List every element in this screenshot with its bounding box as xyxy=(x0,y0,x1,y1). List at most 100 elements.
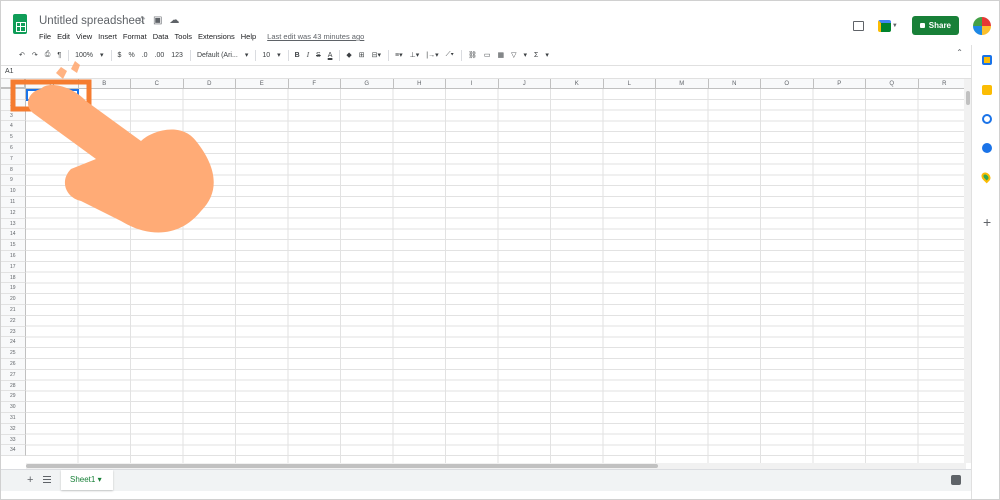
row-header[interactable]: 7 xyxy=(1,153,26,165)
row-header[interactable]: 1 xyxy=(1,89,26,100)
chevron-down-icon[interactable]: ▾ xyxy=(545,51,549,59)
cloud-status-icon[interactable]: ☁ xyxy=(169,15,179,26)
add-sheet-icon[interactable]: + xyxy=(27,474,33,486)
chevron-down-icon[interactable]: ▾ xyxy=(277,51,281,59)
column-header[interactable]: J xyxy=(498,79,551,89)
undo-icon[interactable]: ↶ xyxy=(19,51,25,59)
contacts-icon[interactable] xyxy=(982,143,992,153)
font-select[interactable]: Default (Ari... xyxy=(197,52,238,59)
keep-icon[interactable] xyxy=(982,85,992,95)
row-header[interactable]: 32 xyxy=(1,423,26,435)
column-header[interactable]: D xyxy=(183,79,236,89)
bold-button[interactable]: B xyxy=(295,52,300,59)
menu-format[interactable]: Format xyxy=(123,32,147,41)
chevron-down-icon[interactable]: ▾ xyxy=(100,51,104,59)
comment-history-icon[interactable] xyxy=(852,20,864,31)
row-header[interactable]: 12 xyxy=(1,207,26,219)
column-header[interactable]: L xyxy=(603,79,656,89)
column-header[interactable]: P xyxy=(813,79,866,89)
menu-view[interactable]: View xyxy=(76,32,92,41)
row-header[interactable]: 22 xyxy=(1,315,26,327)
menu-insert[interactable]: Insert xyxy=(98,32,117,41)
collapse-menus-icon[interactable]: ⌃ xyxy=(956,48,963,57)
row-header[interactable]: 16 xyxy=(1,251,26,262)
star-icon[interactable]: ☆ xyxy=(137,15,146,26)
column-header[interactable]: R xyxy=(918,79,967,89)
menu-tools[interactable]: Tools xyxy=(175,32,193,41)
select-all-corner[interactable] xyxy=(1,79,26,89)
row-header[interactable]: 33 xyxy=(1,434,26,446)
row-header[interactable]: 19 xyxy=(1,283,26,295)
text-wrapping-icon[interactable]: |→▾ xyxy=(426,51,438,59)
row-header[interactable]: 4 xyxy=(1,121,26,133)
chevron-down-icon[interactable]: ▾ xyxy=(523,51,527,59)
share-button[interactable]: Share xyxy=(911,16,959,35)
functions-button[interactable]: Σ xyxy=(534,52,538,59)
row-header[interactable]: 9 xyxy=(1,175,26,187)
horizontal-align-icon[interactable]: ≡▾ xyxy=(395,51,403,59)
row-header[interactable]: 11 xyxy=(1,197,26,208)
insert-link-icon[interactable]: ⛓ xyxy=(468,51,477,59)
sheets-logo-icon[interactable] xyxy=(13,14,27,34)
column-header[interactable]: G xyxy=(341,79,394,89)
zoom-select[interactable]: 100% xyxy=(75,52,93,59)
column-header[interactable]: M xyxy=(656,79,709,89)
column-header[interactable]: I xyxy=(446,79,499,89)
row-header[interactable]: 17 xyxy=(1,261,26,273)
row-header[interactable]: 23 xyxy=(1,326,26,338)
document-title[interactable]: Untitled spreadsheet xyxy=(39,15,144,27)
column-header[interactable]: B xyxy=(78,79,131,89)
menu-data[interactable]: Data xyxy=(153,32,169,41)
row-header[interactable]: 15 xyxy=(1,240,26,251)
move-to-folder-icon[interactable]: ▣ xyxy=(153,15,162,26)
avatar[interactable] xyxy=(973,16,991,35)
text-rotation-icon[interactable]: ⟋▾ xyxy=(446,51,454,59)
format-currency-button[interactable]: $ xyxy=(118,52,122,59)
insert-comment-icon[interactable]: ▭ xyxy=(484,51,491,59)
fill-color-icon[interactable]: ◆ xyxy=(346,51,351,59)
row-header[interactable]: 27 xyxy=(1,369,26,381)
row-header[interactable]: 10 xyxy=(1,186,26,197)
column-header[interactable]: C xyxy=(131,79,184,89)
borders-icon[interactable]: ⊞ xyxy=(359,51,365,59)
column-header[interactable]: O xyxy=(761,79,814,89)
row-header[interactable]: 25 xyxy=(1,348,26,359)
row-header[interactable]: 18 xyxy=(1,272,26,284)
row-header[interactable]: 8 xyxy=(1,164,26,176)
row-header[interactable]: 13 xyxy=(1,218,26,230)
calendar-icon[interactable] xyxy=(982,55,992,65)
insert-chart-icon[interactable]: ▦ xyxy=(497,51,504,59)
tasks-icon[interactable] xyxy=(982,114,992,124)
menu-edit[interactable]: Edit xyxy=(57,32,70,41)
row-header[interactable]: 20 xyxy=(1,294,26,305)
column-header[interactable]: N xyxy=(708,79,761,89)
decrease-decimal-button[interactable]: .0 xyxy=(142,52,148,59)
column-header[interactable]: Q xyxy=(866,79,919,89)
row-header[interactable]: 26 xyxy=(1,359,26,370)
menu-extensions[interactable]: Extensions xyxy=(198,32,235,41)
row-header[interactable]: 3 xyxy=(1,110,26,122)
row-header[interactable]: 24 xyxy=(1,337,26,349)
row-header[interactable]: 29 xyxy=(1,391,26,403)
column-header[interactable]: H xyxy=(393,79,446,89)
column-header[interactable]: K xyxy=(551,79,604,89)
increase-decimal-button[interactable]: .00 xyxy=(155,52,165,59)
italic-button[interactable]: I xyxy=(307,51,309,59)
paint-format-icon[interactable]: ¶ xyxy=(57,52,61,59)
more-formats-button[interactable]: 123 xyxy=(171,52,183,59)
column-header[interactable]: E xyxy=(236,79,289,89)
vertical-align-icon[interactable]: ⊥▾ xyxy=(410,51,420,59)
filter-icon[interactable]: ▽ xyxy=(511,51,516,59)
row-header[interactable]: 30 xyxy=(1,402,26,413)
name-box[interactable]: A1 xyxy=(5,68,14,75)
format-percent-button[interactable]: % xyxy=(128,52,134,59)
row-header[interactable]: 6 xyxy=(1,143,26,154)
cell-area[interactable] xyxy=(26,89,967,463)
menu-help[interactable]: Help xyxy=(241,32,256,41)
row-header[interactable]: 5 xyxy=(1,132,26,143)
merge-cells-icon[interactable]: ⊟▾ xyxy=(372,51,381,59)
maps-icon[interactable] xyxy=(979,170,993,184)
row-header[interactable]: 28 xyxy=(1,380,26,392)
meet-icon[interactable]: ▼ xyxy=(877,19,898,32)
font-size-select[interactable]: 10 xyxy=(262,52,270,59)
